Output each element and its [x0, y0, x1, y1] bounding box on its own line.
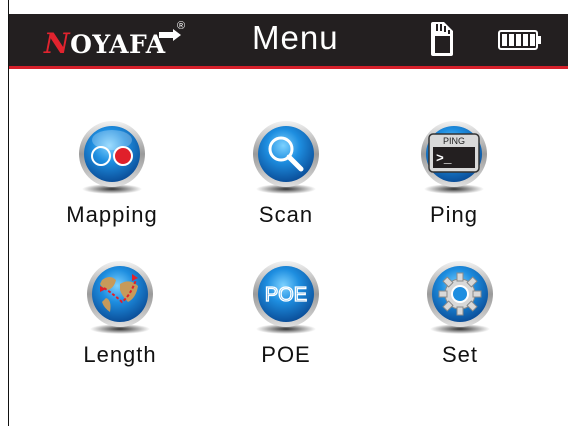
- globe-icon: [87, 261, 153, 334]
- menu-item-set[interactable]: Set: [400, 256, 520, 368]
- battery-full-icon: [498, 30, 541, 50]
- menu-label-set: Set: [441, 342, 479, 367]
- menu-item-scan[interactable]: Scan: [226, 116, 346, 228]
- menu-label-length: Length: [83, 342, 157, 367]
- menu-label-scan: Scan: [258, 202, 314, 227]
- menu-item-ping[interactable]: PING >_ Ping: [394, 116, 514, 228]
- svg-text:POE: POE: [265, 284, 307, 306]
- menu-label-ping: Ping: [429, 202, 479, 227]
- registered-mark: ®: [177, 20, 186, 32]
- menu-item-poe[interactable]: POE POE: [226, 256, 346, 368]
- menu-label-poe: POE: [261, 342, 311, 367]
- svg-text:>_: >_: [436, 151, 452, 166]
- menu-item-length[interactable]: Length: [60, 256, 180, 368]
- ping-terminal-icon: PING >_: [421, 121, 487, 194]
- menu-item-mapping[interactable]: Mapping: [52, 116, 172, 228]
- gear-icon: [427, 261, 493, 334]
- mapping-icon: [79, 121, 145, 194]
- page-title: Menu: [252, 19, 339, 56]
- header-bar: NOYAFA ® Menu: [9, 14, 568, 69]
- svg-text:PING: PING: [443, 136, 465, 146]
- magnifier-icon: [253, 121, 319, 194]
- menu-label-mapping: Mapping: [66, 202, 158, 227]
- sd-card-icon: [431, 22, 453, 56]
- poe-icon: POE: [253, 261, 319, 334]
